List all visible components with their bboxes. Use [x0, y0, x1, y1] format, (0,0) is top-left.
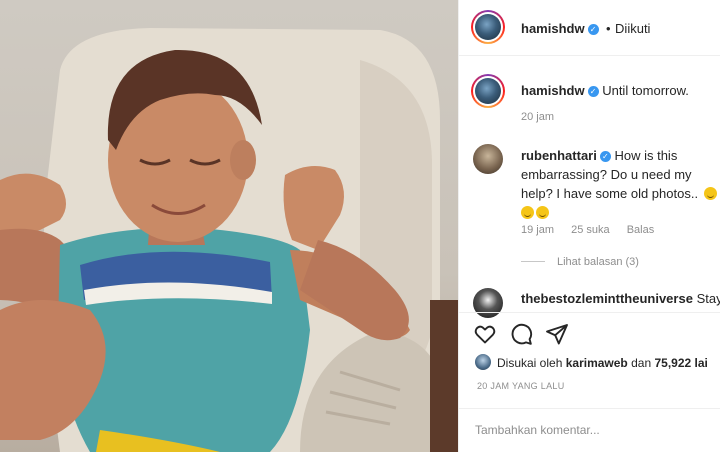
post-header: hamishdw ✓ • Diikuti [459, 0, 720, 56]
author-username[interactable]: hamishdw [521, 21, 585, 36]
comment-text: Stay [696, 291, 720, 306]
commenter-avatar[interactable] [473, 288, 503, 318]
comment: thebestozleminttheuniverse Stay [521, 291, 720, 306]
liker-username[interactable]: karimaweb [566, 356, 628, 370]
header-separator: • [606, 21, 611, 36]
cat-emoji-icon [703, 187, 717, 200]
actions-divider [459, 312, 720, 313]
caption-username[interactable]: hamishdw [521, 83, 585, 98]
view-replies-label: Lihat balasan (3) [557, 256, 639, 268]
likes-conjunction: dan [631, 356, 652, 370]
likes-prefix: Disukai oleh [497, 356, 563, 370]
view-replies-button[interactable]: Lihat balasan (3) [521, 256, 639, 268]
likes-count[interactable]: 75,922 lai [654, 356, 707, 370]
comment-username[interactable]: thebestozleminttheuniverse [521, 291, 693, 306]
reply-button[interactable]: Balas [627, 224, 655, 236]
replies-divider [521, 261, 545, 262]
add-comment-placeholder: Tambahkan komentar... [475, 423, 600, 437]
add-comment-field[interactable]: Tambahkan komentar... [459, 408, 720, 452]
comment-time[interactable]: 19 jam [521, 224, 554, 236]
post-time[interactable]: 20 JAM YANG LALU [477, 381, 565, 391]
commenter-avatar[interactable] [473, 144, 503, 174]
verified-badge-icon: ✓ [587, 86, 599, 97]
caption-avatar[interactable] [471, 74, 505, 108]
caption-text: Until tomorrow. [602, 83, 689, 98]
verified-badge-icon: ✓ [599, 151, 611, 162]
author-avatar[interactable] [471, 10, 505, 44]
comment-icon[interactable] [509, 322, 533, 346]
paper-plane-icon[interactable] [545, 322, 569, 346]
caption-time[interactable]: 20 jam [521, 111, 554, 123]
cat-emoji-icon [521, 206, 534, 219]
liker-avatar[interactable] [475, 354, 491, 370]
comment-likes[interactable]: 25 suka [571, 224, 610, 236]
likes-summary[interactable]: Disukai oleh karimaweb dan 75,922 lai [497, 356, 708, 370]
comment-username[interactable]: rubenhattari [521, 148, 597, 163]
cat-emoji-icon [536, 206, 549, 219]
comment-meta: 19 jam 25 suka Balas [521, 224, 668, 236]
heart-icon[interactable] [473, 322, 497, 346]
caption: hamishdw ✓ Until tomorrow. [521, 83, 689, 98]
comment: rubenhattari ✓ How is this embarrassing? … [521, 146, 717, 222]
verified-badge-icon: ✓ [587, 24, 599, 35]
follow-status[interactable]: Diikuti [615, 21, 650, 36]
post-side-panel: hamishdw ✓ • Diikuti hamishdw ✓ Until tomo… [458, 0, 720, 452]
post-photo[interactable] [0, 0, 458, 452]
child-flexing-photo [0, 28, 458, 452]
